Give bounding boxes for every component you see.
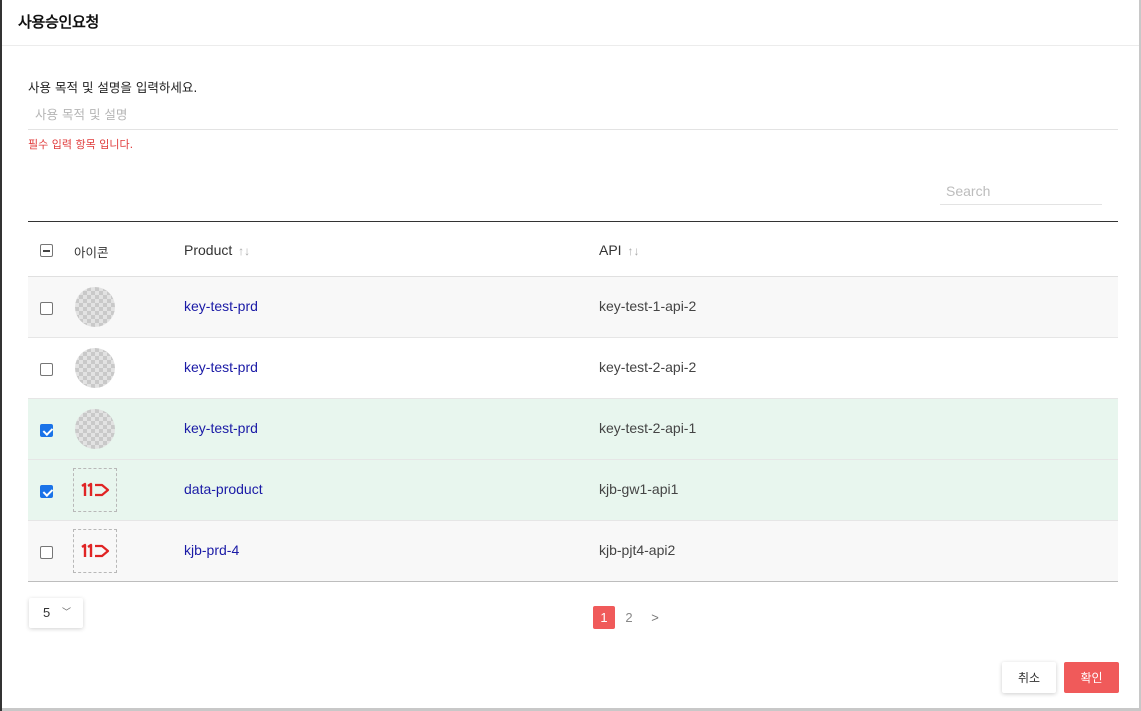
product-link[interactable]: key-test-prd [184, 420, 258, 436]
placeholder-image-icon [75, 348, 115, 388]
next-page-button[interactable]: > [649, 606, 661, 629]
confirm-button[interactable]: 확인 [1064, 662, 1119, 693]
page-button-1[interactable]: 1 [593, 606, 615, 629]
select-all-checkbox[interactable] [40, 242, 53, 261]
indeterminate-checkbox-icon [40, 244, 53, 257]
purpose-label: 사용 목적 및 설명을 입력하세요. [28, 80, 198, 95]
api-name: key-test-1-api-2 [599, 298, 697, 314]
purpose-input[interactable] [28, 100, 1118, 130]
unchecked-checkbox-icon [40, 302, 53, 315]
page-size-select[interactable]: 5 ﹀ [29, 598, 83, 628]
row-checkbox[interactable] [40, 422, 53, 441]
modal-title: 사용승인요청 [18, 13, 100, 31]
product-link[interactable]: kjb-prd-4 [184, 542, 239, 558]
row-checkbox[interactable] [40, 300, 53, 319]
product-icon-cell [74, 286, 116, 328]
product-api-table: 아이콘 Product ↑↓ API ↑↓ key-test-prd key-te… [28, 221, 1118, 582]
product-link[interactable]: key-test-prd [184, 298, 258, 314]
placeholder-image-icon [75, 409, 115, 449]
required-error-message: 필수 입력 항목 입니다. [28, 138, 134, 151]
table-row[interactable]: data-product kjb-gw1-api1 [28, 460, 1118, 521]
page-size-value: 5 [43, 605, 51, 620]
table-row[interactable]: key-test-prd key-test-2-api-1 [28, 399, 1118, 460]
row-checkbox[interactable] [40, 361, 53, 380]
column-header-icon: 아이콘 [74, 245, 109, 260]
column-header-product[interactable]: Product ↑↓ [184, 242, 250, 258]
product-icon-cell [74, 408, 116, 450]
api-name: key-test-2-api-2 [599, 359, 697, 375]
product-icon-cell [73, 468, 117, 512]
row-checkbox[interactable] [40, 483, 53, 502]
cancel-button[interactable]: 취소 [1002, 662, 1056, 693]
sort-icon[interactable]: ↑↓ [627, 244, 639, 258]
unchecked-checkbox-icon [40, 546, 53, 559]
sort-icon[interactable]: ↑↓ [238, 244, 250, 258]
api-name: kjb-gw1-api1 [599, 481, 679, 497]
table-row[interactable]: kjb-prd-4 kjb-pjt4-api2 [28, 521, 1118, 581]
table-body: key-test-prd key-test-1-api-2 key-test-prd… [28, 277, 1118, 581]
table-header: 아이콘 Product ↑↓ API ↑↓ [28, 222, 1118, 277]
table-row[interactable]: key-test-prd key-test-1-api-2 [28, 277, 1118, 338]
chevron-down-icon: ﹀ [62, 607, 72, 617]
api-name: kjb-pjt4-api2 [599, 542, 676, 558]
modal-header: 사용승인요청 [2, 0, 1141, 46]
page-button-2[interactable]: 2 [623, 606, 635, 629]
11st-logo-icon [73, 468, 117, 512]
column-header-product-label: Product [184, 242, 233, 258]
search-input[interactable] [940, 177, 1102, 205]
row-checkbox[interactable] [40, 544, 53, 563]
11st-logo-icon [73, 529, 117, 573]
placeholder-image-icon [75, 287, 115, 327]
table-row[interactable]: key-test-prd key-test-2-api-2 [28, 338, 1118, 399]
checked-checkbox-icon [40, 485, 53, 498]
product-link[interactable]: key-test-prd [184, 359, 258, 375]
product-link[interactable]: data-product [184, 481, 263, 497]
unchecked-checkbox-icon [40, 363, 53, 376]
checked-checkbox-icon [40, 424, 53, 437]
column-header-api-label: API [599, 242, 622, 258]
modal-dialog: 사용승인요청 사용 목적 및 설명을 입력하세요. 필수 입력 항목 입니다. … [0, 0, 1141, 711]
column-header-api[interactable]: API ↑↓ [599, 242, 639, 258]
api-name: key-test-2-api-1 [599, 420, 697, 436]
product-icon-cell [74, 347, 116, 389]
product-icon-cell [73, 529, 117, 573]
